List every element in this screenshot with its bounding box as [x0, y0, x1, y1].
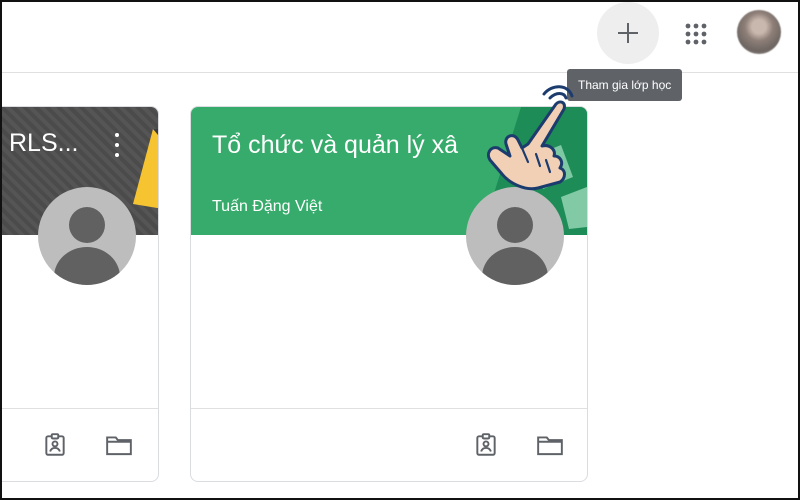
folder-icon[interactable]: [536, 431, 564, 459]
classroom-window: Tham gia lớp học RLS... Tổ chức và quản …: [0, 0, 800, 500]
join-create-class-button[interactable]: [597, 2, 659, 64]
class-title[interactable]: RLS...: [9, 129, 78, 158]
assignment-icon[interactable]: [472, 431, 500, 459]
teacher-avatar: [38, 187, 136, 285]
header-illustration: [133, 129, 158, 209]
join-class-tooltip: Tham gia lớp học: [567, 69, 683, 101]
class-title[interactable]: Tổ chức và quản lý xâ: [212, 131, 458, 160]
class-card[interactable]: RLS...: [2, 106, 159, 482]
more-vert-icon[interactable]: [111, 133, 123, 157]
hand-pointer-icon: [486, 85, 574, 191]
plus-icon: [618, 23, 638, 43]
top-app-bar: [2, 2, 798, 73]
class-card-footer: [191, 408, 587, 481]
account-avatar[interactable]: [737, 10, 781, 54]
assignment-icon[interactable]: [41, 431, 69, 459]
teacher-name: Tuấn Đặng Việt: [212, 198, 323, 215]
teacher-avatar: [466, 187, 564, 285]
class-card-footer: [2, 408, 158, 481]
google-apps-button[interactable]: [674, 12, 718, 56]
apps-grid-icon: [685, 23, 707, 45]
folder-icon[interactable]: [105, 431, 133, 459]
